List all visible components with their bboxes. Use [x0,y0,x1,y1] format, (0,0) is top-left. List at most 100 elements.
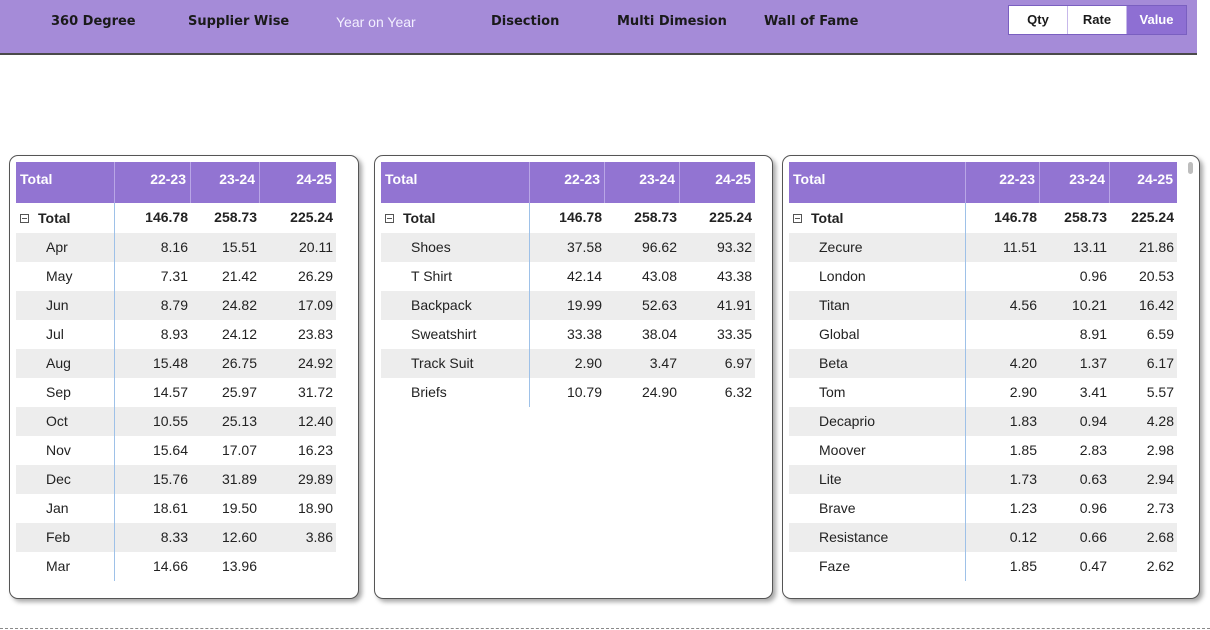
table-row[interactable]: Nov 15.64 17.07 16.23 [16,436,336,465]
table-row[interactable]: Sweatshirt 33.38 38.04 33.35 [381,320,755,349]
row-label: Jun [16,291,115,320]
header-year[interactable]: 22-23 [530,162,605,203]
table-row[interactable]: Tom 2.90 3.41 5.57 [789,378,1177,407]
row-label: Jan [16,494,115,523]
header-year[interactable]: 23-24 [605,162,680,203]
row-label: Decaprio [789,407,966,436]
row-value: 18.61 [152,500,188,516]
table-row[interactable]: Moover 1.85 2.83 2.98 [789,436,1177,465]
table-row[interactable]: Brave 1.23 0.96 2.73 [789,494,1177,523]
row-value: 43.38 [716,268,752,284]
header-year[interactable]: 24-25 [260,162,336,203]
rate-button[interactable]: Rate [1068,6,1127,34]
row-value: 15.51 [221,239,257,255]
table-row[interactable]: Briefs 10.79 24.90 6.32 [381,378,755,407]
row-label: Backpack [381,291,530,320]
total-value: 146.78 [994,209,1037,225]
total-value: 225.24 [1131,209,1174,225]
header-label[interactable]: Total [789,162,966,203]
row-value: 6.32 [724,384,752,400]
row-value: 38.04 [641,326,677,342]
header-year[interactable]: 23-24 [1040,162,1110,203]
row-label: Resistance [789,523,966,552]
row-label: Faze [789,552,966,581]
row-label: Track Suit [381,349,530,378]
row-label: Dec [16,465,115,494]
nav-year-on-year[interactable]: Year on Year [336,14,416,30]
row-value: 10.55 [152,413,188,429]
table-row[interactable]: Shoes 37.58 96.62 93.32 [381,233,755,262]
row-label: Apr [16,233,115,262]
table-row[interactable]: Aug 15.48 26.75 24.92 [16,349,336,378]
collapse-icon[interactable] [20,213,29,223]
vertical-scrollbar[interactable] [1188,162,1193,174]
table-row[interactable]: Feb 8.33 12.60 3.86 [16,523,336,552]
header-label[interactable]: Total [16,162,115,203]
row-value: 17.09 [297,297,333,313]
row-value: 41.91 [716,297,752,313]
header-year[interactable]: 24-25 [1110,162,1177,203]
row-value: 1.83 [1009,413,1037,429]
row-value: 3.47 [649,355,677,371]
row-value: 26.75 [221,355,257,371]
row-value: 4.56 [1009,297,1037,313]
table-row[interactable]: Sep 14.57 25.97 31.72 [16,378,336,407]
table-row[interactable]: T Shirt 42.14 43.08 43.38 [381,262,755,291]
table-row[interactable]: Jun 8.79 24.82 17.09 [16,291,336,320]
header-label[interactable]: Total [381,162,530,203]
row-value: 12.60 [221,529,257,545]
table-row[interactable]: Lite 1.73 0.63 2.94 [789,465,1177,494]
table-row[interactable]: Global 8.91 6.59 [789,320,1177,349]
total-label-cell: Total [16,203,115,233]
table-row[interactable]: Jul 8.93 24.12 23.83 [16,320,336,349]
total-label: Total [38,209,71,226]
nav-disection[interactable]: Disection [491,14,559,29]
row-value: 16.23 [297,442,333,458]
value-button[interactable]: Value [1127,6,1186,34]
table-row[interactable]: Jan 18.61 19.50 18.90 [16,494,336,523]
total-value: 258.73 [214,209,257,225]
table-row[interactable]: Titan 4.56 10.21 16.42 [789,291,1177,320]
table-row[interactable]: Faze 1.85 0.47 2.62 [789,552,1177,581]
nav-wall-of-fame[interactable]: Wall of Fame [764,14,858,29]
table-header: Total 22-23 23-24 24-25 [789,162,1177,203]
total-label: Total [811,209,844,226]
collapse-icon[interactable] [385,213,394,223]
row-value: 7.31 [160,268,188,284]
header-year[interactable]: 22-23 [966,162,1040,203]
row-value: 2.73 [1146,500,1174,516]
row-value: 25.97 [221,384,257,400]
row-value: 0.47 [1079,558,1107,574]
row-value: 0.12 [1009,529,1037,545]
top-navigation-bar: 360 Degree Supplier Wise Year on Year Di… [0,0,1197,55]
table-row[interactable]: Resistance 0.12 0.66 2.68 [789,523,1177,552]
header-year[interactable]: 22-23 [115,162,191,203]
nav-supplier-wise[interactable]: Supplier Wise [188,14,289,29]
row-value: 18.90 [297,500,333,516]
row-value: 2.90 [574,355,602,371]
row-value: 19.50 [221,500,257,516]
row-value: 3.86 [305,529,333,545]
row-value: 17.07 [221,442,257,458]
header-year[interactable]: 23-24 [191,162,260,203]
nav-multi-dimesion[interactable]: Multi Dimesion [617,14,727,29]
table-row[interactable]: Zecure 11.51 13.11 21.86 [789,233,1177,262]
table-row[interactable]: Apr 8.16 15.51 20.11 [16,233,336,262]
table-row[interactable]: Backpack 19.99 52.63 41.91 [381,291,755,320]
table-row[interactable]: London 0.96 20.53 [789,262,1177,291]
table-row[interactable]: Beta 4.20 1.37 6.17 [789,349,1177,378]
header-year[interactable]: 24-25 [680,162,755,203]
row-value: 4.20 [1009,355,1037,371]
qty-button[interactable]: Qty [1009,6,1068,34]
table-row[interactable]: Decaprio 1.83 0.94 4.28 [789,407,1177,436]
nav-360-degree[interactable]: 360 Degree [51,14,136,29]
collapse-icon[interactable] [793,213,802,223]
row-value: 10.79 [566,384,602,400]
total-row: Total 146.78 258.73 225.24 [789,203,1177,233]
table-row[interactable]: Oct 10.55 25.13 12.40 [16,407,336,436]
row-value: 43.08 [641,268,677,284]
table-row[interactable]: Track Suit 2.90 3.47 6.97 [381,349,755,378]
table-row[interactable]: May 7.31 21.42 26.29 [16,262,336,291]
table-row[interactable]: Mar 14.66 13.96 [16,552,336,581]
table-row[interactable]: Dec 15.76 31.89 29.89 [16,465,336,494]
